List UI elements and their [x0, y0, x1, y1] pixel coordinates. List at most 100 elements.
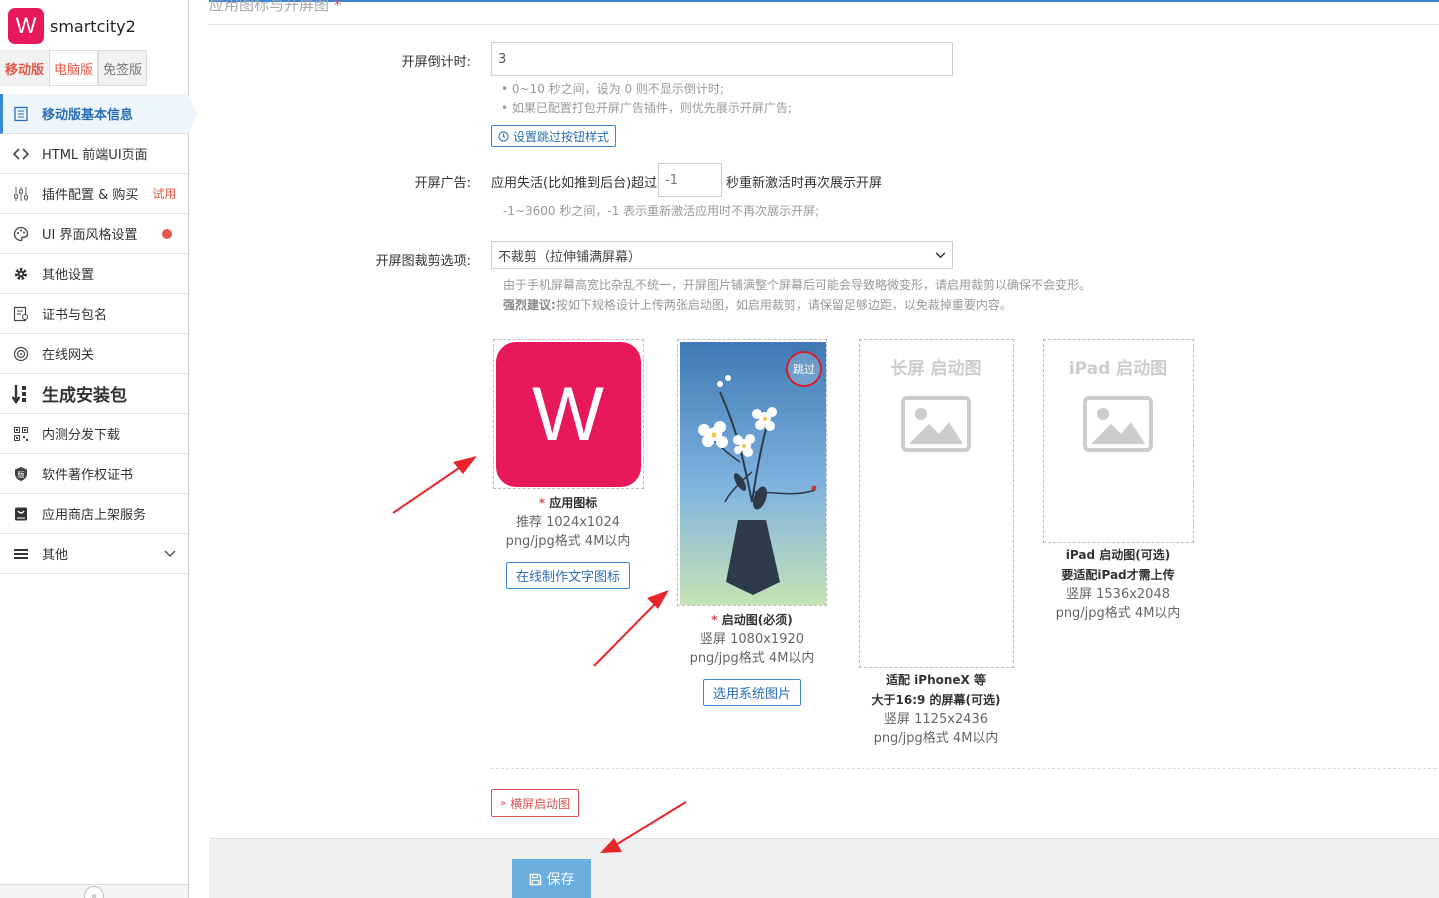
- skip-badge: 跳过: [793, 362, 815, 376]
- qrcode-icon: [12, 425, 30, 443]
- long-splash-upload[interactable]: 长屏 启动图: [858, 339, 1014, 668]
- long-splash-format: png/jpg格式 4M以内: [873, 731, 999, 746]
- tab-mobile[interactable]: 移动版: [0, 50, 50, 86]
- image-placeholder-icon: [1083, 396, 1153, 452]
- tab-desktop[interactable]: 电脑版: [49, 50, 99, 86]
- skip-style-button[interactable]: 设置跳过按钮样式: [491, 125, 617, 147]
- sidebar-nav: 移动版基本信息 HTML 前端UI页面 插件配置 & 购买 试用 UI 界面风格…: [0, 94, 197, 574]
- sidebar-item-beta-download[interactable]: 内测分发下载: [0, 414, 188, 454]
- image-placeholder-icon: [901, 396, 971, 452]
- countdown-label: 开屏倒计时:: [401, 55, 471, 70]
- chevron-double-down-icon: »: [500, 797, 507, 809]
- code-icon: [12, 145, 30, 163]
- ipad-splash-format: png/jpg格式 4M以内: [1055, 606, 1181, 621]
- brand[interactable]: W smartcity2: [8, 8, 136, 44]
- sidebar-item-app-store[interactable]: 应用商店上架服务: [0, 494, 188, 534]
- sidebar-item-basic-info[interactable]: 移动版基本信息: [0, 94, 197, 134]
- menu-icon: [12, 545, 30, 563]
- save-button[interactable]: 保存: [512, 859, 591, 898]
- ipad-splash-size: 竖屏 1536x2048: [1066, 587, 1170, 602]
- sidebar-item-build[interactable]: 生成安装包: [0, 374, 188, 414]
- splash-size: 竖屏 1080x1920: [700, 632, 804, 647]
- sidebar: W smartcity2 移动版 电脑版 免签版 移动版基本信息 HTML 前端…: [0, 0, 197, 898]
- long-splash-placeholder: 长屏 启动图: [890, 359, 982, 379]
- sidebar-item-copyright[interactable]: 版 软件著作权证书: [0, 454, 188, 494]
- chevron-down-icon: [935, 251, 946, 258]
- document-icon: [12, 105, 30, 123]
- app-name: smartcity2: [50, 16, 136, 36]
- sidebar-item-label: 在线网关: [42, 348, 95, 363]
- sidebar-item-other-settings[interactable]: 其他设置: [0, 254, 188, 294]
- main-content: 应用图标与开屏图 * 开屏倒计时: 3 • 0~10 秒之间，设为 0 则不显示…: [209, 0, 1439, 898]
- splash-title: 启动图(必须): [721, 613, 793, 627]
- ad-hint: -1~3600 秒之间，-1 表示重新激活应用时不再次展示开屏;: [503, 204, 820, 218]
- crop-label: 开屏图裁剪选项:: [375, 254, 471, 269]
- sidebar-item-label: 证书与包名: [42, 308, 108, 323]
- sliders-icon: [12, 185, 30, 203]
- sidebar-item-label: 应用商店上架服务: [42, 508, 147, 523]
- svg-text:版: 版: [18, 470, 25, 479]
- clock-icon: [498, 130, 509, 142]
- long-splash-size: 竖屏 1125x2436: [884, 712, 988, 727]
- mode-tabs: 移动版 电脑版 免签版: [0, 50, 148, 86]
- crop-hint-1: 由于手机屏幕高宽比杂乱不统一，开屏图片铺满整个屏幕后可能会导致略微变形，请启用裁…: [503, 278, 1092, 292]
- build-icon: [12, 384, 30, 404]
- ad-prefix: 应用失活(比如推到后台)超过: [491, 176, 658, 191]
- certificate-icon: [12, 305, 30, 323]
- save-icon: [529, 873, 541, 885]
- app-logo: W: [8, 8, 44, 44]
- ad-label: 开屏广告:: [414, 176, 471, 191]
- landscape-splash-button[interactable]: » 横屏启动图: [491, 789, 580, 817]
- crop-select-value: 不裁剪（拉伸铺满屏幕）: [498, 249, 642, 265]
- crop-select[interactable]: 不裁剪（拉伸铺满屏幕）: [491, 241, 953, 269]
- sidebar-item-label: HTML 前端UI页面: [42, 148, 148, 163]
- splash-card: 跳过 * 启动图(必须) 竖屏 1080x1920 png/jpg格式 4M以内: [676, 339, 828, 668]
- sidebar-item-ui-style[interactable]: UI 界面风格设置: [0, 214, 188, 254]
- store-icon: [12, 505, 30, 523]
- countdown-input[interactable]: 3: [491, 42, 953, 76]
- sidebar-item-label: 软件著作权证书: [42, 468, 134, 483]
- app-icon-title: 应用图标: [549, 496, 598, 510]
- ipad-splash-title-2: 要适配iPad才需上传: [1061, 568, 1175, 582]
- landscape-splash-button-label: 横屏启动图: [510, 796, 571, 811]
- sidebar-item-label: 移动版基本信息: [42, 108, 134, 123]
- sidebar-item-label: 内测分发下载: [42, 428, 121, 443]
- gear-icon: [12, 265, 30, 283]
- sidebar-item-plugins[interactable]: 插件配置 & 购买 试用: [0, 174, 188, 214]
- dashed-divider: [491, 768, 1439, 769]
- long-splash-title-2: 大于16:9 的屏幕(可选): [871, 693, 1001, 707]
- gateway-icon: [12, 345, 30, 363]
- make-text-icon-button[interactable]: 在线制作文字图标: [506, 562, 631, 589]
- form-footer: 保存: [209, 838, 1439, 898]
- skip-style-button-label: 设置跳过按钮样式: [513, 129, 610, 144]
- sidebar-item-html-ui[interactable]: HTML 前端UI页面: [0, 134, 188, 174]
- app-icon-format: png/jpg格式 4M以内: [505, 534, 631, 549]
- tab-unsigned[interactable]: 免签版: [98, 50, 148, 86]
- ipad-splash-upload[interactable]: iPad 启动图: [1042, 339, 1194, 543]
- ipad-splash-card: iPad 启动图 iPad 启动图(可选) 要适配iPad才需上传 竖屏 153…: [1039, 339, 1197, 623]
- splash-upload[interactable]: 跳过: [677, 339, 827, 606]
- divider: [209, 24, 1439, 25]
- long-splash-title-1: 适配 iPhoneX 等: [886, 673, 986, 687]
- ad-suffix: 秒重新激活时再次展示开屏: [726, 176, 883, 191]
- top-accent-line: [209, 0, 1439, 2]
- section-title: 应用图标与开屏图 *: [209, 0, 342, 14]
- app-icon-upload[interactable]: W: [492, 339, 644, 489]
- crop-hint-2: 强烈建议:按如下规格设计上传两张启动图，如启用裁剪，请保留足够边距，以免裁掉重要…: [503, 298, 1012, 312]
- splash-format: png/jpg格式 4M以内: [689, 651, 815, 666]
- palette-icon: [12, 225, 30, 243]
- sidebar-item-other[interactable]: 其他: [0, 534, 188, 574]
- choose-system-image-button[interactable]: 选用系统图片: [703, 679, 802, 706]
- sidebar-item-gateway[interactable]: 在线网关: [0, 334, 188, 374]
- notification-dot: [162, 228, 172, 239]
- app-icon-card: W * 应用图标 推荐 1024x1024 png/jpg格式 4M以内: [492, 339, 644, 551]
- countdown-hint-2: • 如果已配置打包开屏广告插件，则优先展示开屏广告;: [501, 101, 792, 115]
- chevron-down-icon: [164, 547, 176, 561]
- long-splash-card: 长屏 启动图 适配 iPhoneX 等 大于16:9 的屏幕(可选) 竖屏 11…: [855, 339, 1017, 748]
- sidebar-item-label: 插件配置 & 购买: [42, 188, 139, 203]
- countdown-hint-1: • 0~10 秒之间，设为 0 则不显示倒计时;: [501, 82, 724, 96]
- sidebar-item-certificate[interactable]: 证书与包名: [0, 294, 188, 334]
- ad-seconds-input[interactable]: -1: [658, 163, 722, 197]
- sidebar-item-label: 生成安装包: [42, 386, 127, 406]
- app-icon-preview: W: [495, 342, 641, 487]
